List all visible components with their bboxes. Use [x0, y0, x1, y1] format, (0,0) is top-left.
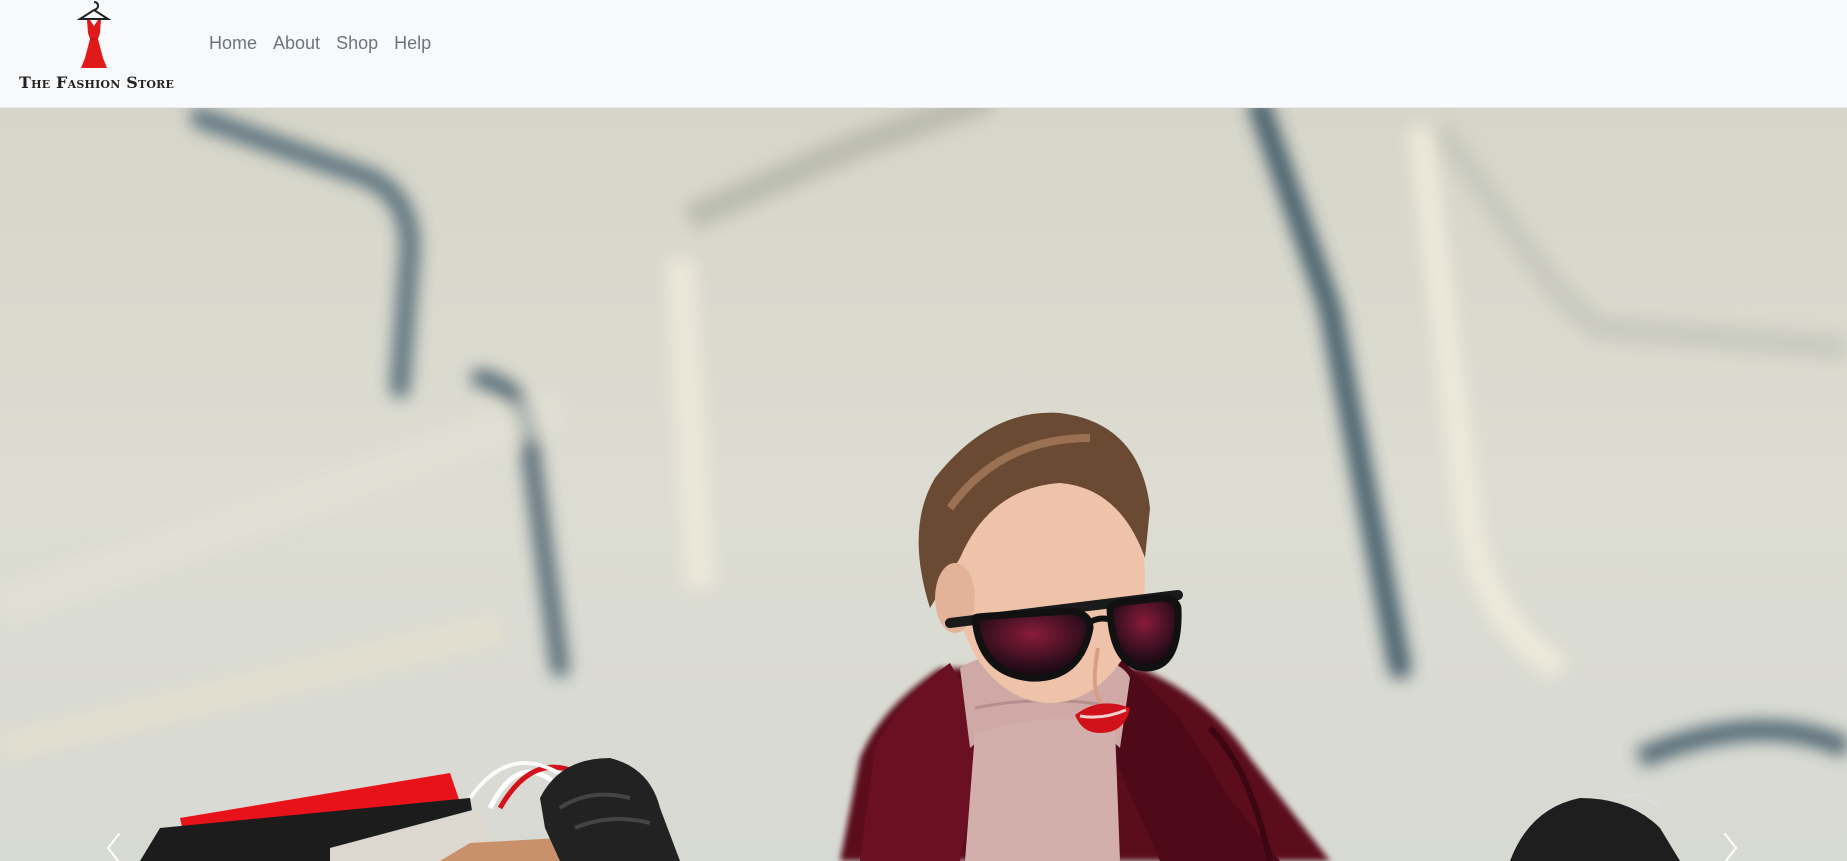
red-dress-on-hanger-icon: [76, 1, 112, 68]
nav-about[interactable]: About: [273, 33, 320, 54]
top-navbar: The Fashion Store Home About Shop Help: [0, 0, 1847, 108]
carousel-prev-button[interactable]: [84, 808, 144, 861]
brand-name: The Fashion Store: [19, 73, 175, 92]
nav-help[interactable]: Help: [394, 33, 431, 54]
main-nav: Home About Shop Help: [209, 33, 447, 54]
hero-image: [0, 108, 1847, 861]
chevron-left-icon: [106, 832, 121, 861]
hero-carousel: [0, 108, 1847, 861]
brand-logo-link[interactable]: The Fashion Store: [16, 0, 176, 96]
nav-home[interactable]: Home: [209, 33, 257, 54]
nav-shop[interactable]: Shop: [336, 33, 378, 54]
chevron-right-icon: [1723, 832, 1738, 861]
carousel-next-button[interactable]: [1700, 808, 1760, 861]
